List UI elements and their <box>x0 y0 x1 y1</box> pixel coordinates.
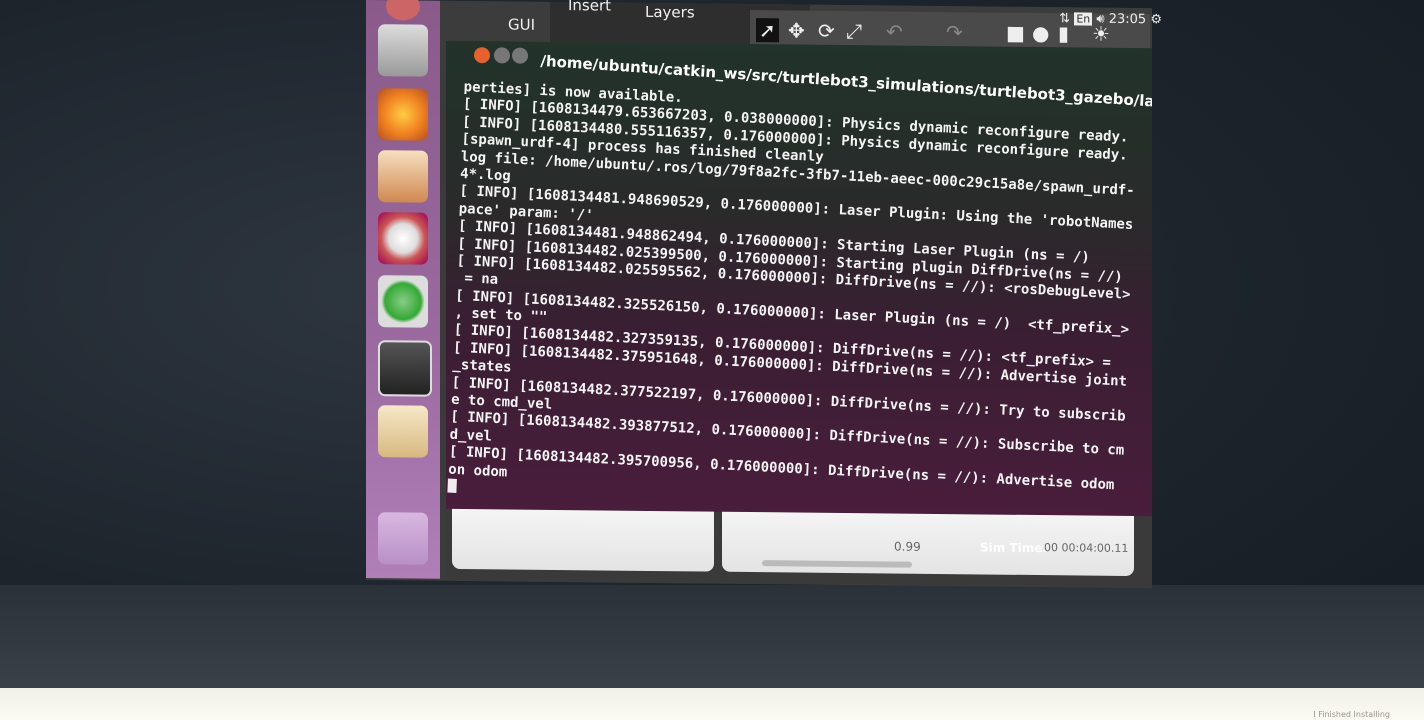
launcher-dash-icon[interactable] <box>386 0 420 21</box>
launcher-terminal-icon[interactable] <box>378 340 432 397</box>
desk-note: I Finished Installing <box>1313 710 1390 719</box>
minimize-icon[interactable] <box>494 47 510 64</box>
launcher-files-icon[interactable] <box>378 24 428 77</box>
box-icon[interactable]: ■ <box>1006 21 1025 45</box>
translate-icon[interactable]: ✥ <box>788 18 805 42</box>
keyboard-indicator[interactable]: En <box>1074 12 1093 26</box>
monitor-bezel <box>0 585 1424 690</box>
monitor-screen: Insert Layers GUI ➚ ✥ ⟳ ⤢ ↶ ↷ ■ ● ▮ ☀ ⇅ … <box>366 0 1162 589</box>
sim-time-value: 00 00:04:00.11 <box>1044 541 1129 555</box>
select-arrow-icon[interactable]: ➚ <box>756 18 779 43</box>
terminal-titlebar: /home/ubuntu/catkin_ws/src/turtlebot3_si… <box>446 41 1152 117</box>
time-panel: 0.99 Sim Time: 00 00:04:00.11 <box>722 511 1134 577</box>
horizontal-scrollbar[interactable] <box>762 560 912 568</box>
sim-time-label: Sim Time: <box>980 540 1048 556</box>
undo-icon[interactable]: ↶ <box>886 19 903 43</box>
launcher-text-editor-icon[interactable] <box>378 150 428 203</box>
volume-icon[interactable]: 🔊︎ <box>1096 12 1104 27</box>
scale-icon[interactable]: ⤢ <box>846 19 862 43</box>
left-bottom-panel <box>452 508 714 572</box>
real-time-factor: 0.99 <box>894 539 921 554</box>
desk-surface: I Finished Installing <box>0 688 1424 720</box>
rotate-icon[interactable]: ⟳ <box>818 19 835 43</box>
terminal-window[interactable]: /home/ubuntu/catkin_ws/src/turtlebot3_si… <box>446 40 1152 529</box>
gazebo-bottom-panels: 0.99 Sim Time: 00 00:04:00.11 <box>446 508 1152 587</box>
terminal-output: perties] is now available.[ INFO] [16081… <box>447 79 1138 528</box>
redo-icon[interactable]: ↷ <box>946 20 963 44</box>
launcher-trash-icon[interactable] <box>378 512 428 565</box>
top-panel-indicators: ⇅ En 🔊︎ 23:05 ⚙ <box>1059 11 1162 27</box>
launcher-settings-icon[interactable] <box>378 212 428 265</box>
maximize-icon[interactable] <box>512 47 528 64</box>
terminal-cursor <box>447 478 457 493</box>
unity-launcher <box>366 0 440 579</box>
launcher-package-icon[interactable] <box>378 405 428 458</box>
tab-layers[interactable]: Layers <box>645 3 695 22</box>
tab-insert[interactable]: Insert <box>568 0 611 15</box>
gear-icon[interactable]: ⚙ <box>1150 12 1162 27</box>
network-icon[interactable]: ⇅ <box>1059 11 1070 26</box>
clock[interactable]: 23:05 <box>1109 12 1146 27</box>
launcher-software-icon[interactable] <box>378 275 428 328</box>
sphere-icon[interactable]: ● <box>1032 21 1049 45</box>
gui-label: GUI <box>508 15 536 34</box>
launcher-firefox-icon[interactable] <box>378 88 428 141</box>
close-icon[interactable] <box>474 47 490 64</box>
